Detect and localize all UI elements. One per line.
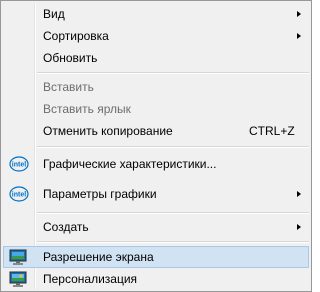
menu-item-label: Графические характеристики... xyxy=(43,157,217,171)
intel-icon-text: intel xyxy=(12,162,26,169)
menu-item-view[interactable]: Вид xyxy=(3,3,309,25)
menu-item-undo-copy[interactable]: Отменить копирование CTRL+Z xyxy=(3,120,309,142)
menu-item-label: Вставить xyxy=(43,80,94,94)
menu-item-label: Сортировка xyxy=(43,29,109,43)
submenu-arrow-icon xyxy=(297,11,301,17)
submenu-arrow-icon xyxy=(297,191,301,197)
menu-item-label: Обновить xyxy=(43,51,98,65)
menu-item-label: Персонализация xyxy=(43,272,138,286)
menu-item-screen-resolution[interactable]: Разрешение экрана xyxy=(3,246,309,268)
menu-item-sort[interactable]: Сортировка xyxy=(3,25,309,47)
menu-item-label: Параметры графики xyxy=(43,187,157,201)
menu-separator xyxy=(37,72,309,74)
menu-separator xyxy=(37,212,309,214)
intel-icon-text: intel xyxy=(12,192,26,199)
personalize-icon xyxy=(9,271,27,287)
submenu-arrow-icon xyxy=(297,224,301,230)
menu-item-label: Вид xyxy=(43,7,65,21)
menu-item-new[interactable]: Создать xyxy=(3,216,309,238)
menu-item-label: Отменить копирование xyxy=(43,124,173,138)
menu-item-label: Создать xyxy=(43,220,89,234)
menu-item-label: Разрешение экрана xyxy=(43,250,154,264)
menu-item-refresh[interactable]: Обновить xyxy=(3,47,309,69)
menu-item-graphics-properties[interactable]: intel Графические характеристики... xyxy=(3,153,309,175)
menu-item-paste[interactable]: Вставить xyxy=(3,76,309,98)
context-menu: Вид Сортировка Обновить Вставить Вставит… xyxy=(0,0,312,292)
intel-icon: intel xyxy=(9,156,29,172)
menu-item-personalization[interactable]: Персонализация xyxy=(3,268,309,290)
menu-separator xyxy=(37,146,309,148)
menu-item-graphics-options[interactable]: intel Параметры графики xyxy=(3,183,309,205)
menu-item-label: Вставить ярлык xyxy=(43,102,131,116)
menu-item-paste-shortcut[interactable]: Вставить ярлык xyxy=(3,98,309,120)
menu-item-shortcut: CTRL+Z xyxy=(249,124,295,138)
submenu-arrow-icon xyxy=(297,33,301,39)
display-icon xyxy=(9,249,27,265)
intel-icon: intel xyxy=(9,186,29,202)
menu-separator xyxy=(37,241,309,243)
